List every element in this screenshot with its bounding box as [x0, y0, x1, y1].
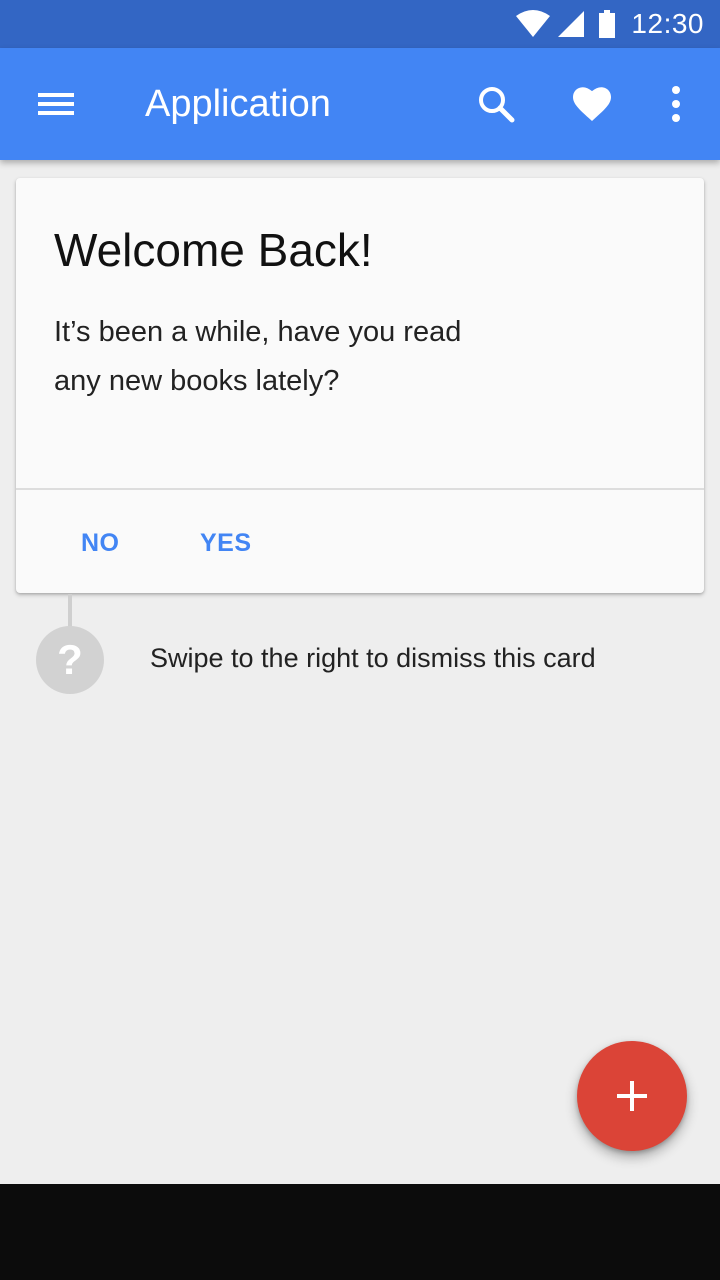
status-bar: 12:30 [0, 0, 720, 48]
card-divider [16, 488, 704, 490]
add-fab-button[interactable] [577, 1041, 687, 1151]
battery-icon [599, 10, 616, 38]
card-body: It’s been a while, have you read any new… [54, 316, 462, 397]
search-icon[interactable] [472, 80, 520, 128]
signal-icon [558, 11, 585, 37]
help-icon: ? [36, 626, 104, 694]
status-time: 12:30 [631, 8, 704, 39]
no-button[interactable]: NO [81, 523, 120, 563]
app-bar: Application [0, 48, 720, 160]
status-icons: 12:30 [515, 0, 704, 48]
welcome-card: Welcome Back! It’s been a while, have yo… [16, 178, 704, 593]
help-glyph: ? [57, 636, 83, 683]
yes-button[interactable]: YES [200, 523, 252, 563]
wifi-icon [516, 10, 551, 37]
hint-text: Swipe to the right to dismiss this card [150, 643, 596, 673]
app-screen: 12:30 Application Welcome Back! It’s bee… [0, 0, 720, 1280]
heart-icon[interactable] [568, 80, 616, 128]
menu-icon[interactable] [28, 82, 84, 126]
card-title: Welcome Back! [54, 224, 373, 276]
plus-icon [617, 1081, 647, 1111]
navigation-bar [0, 1184, 720, 1280]
app-title: Application [145, 83, 331, 125]
more-vert-icon[interactable] [652, 80, 700, 128]
hint-connector-line [68, 594, 72, 628]
